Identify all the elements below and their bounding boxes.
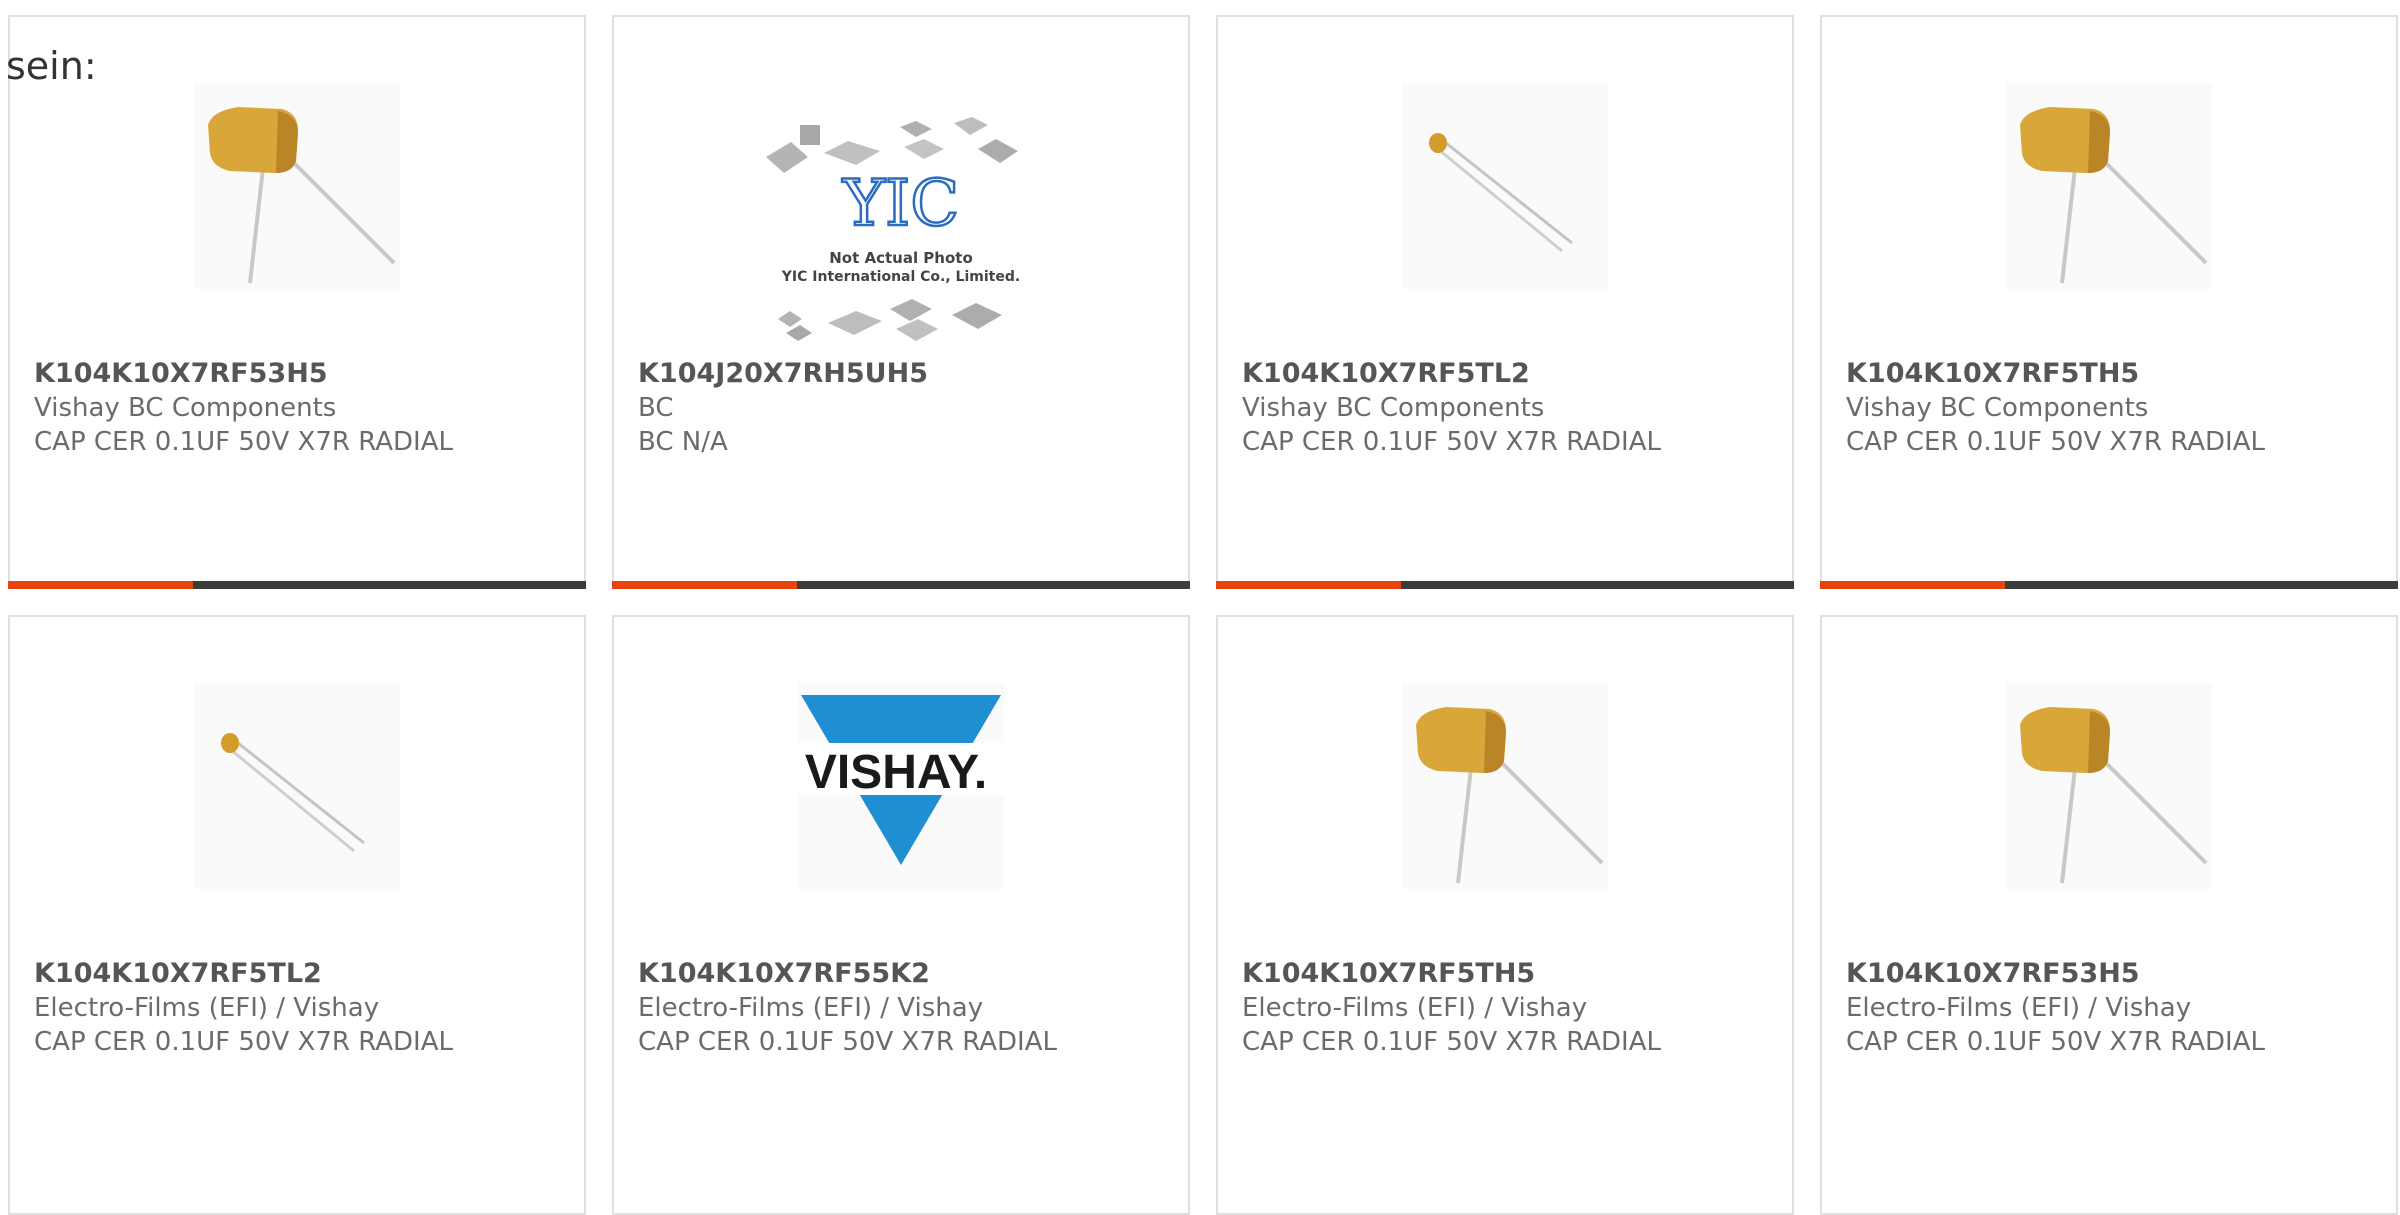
part-number[interactable]: K104J20X7RH5UH5 — [638, 357, 1168, 391]
part-number[interactable]: K104K10X7RF53H5 — [1846, 957, 2376, 991]
manufacturer: Electro-Films (EFI) / Vishay — [34, 993, 380, 1023]
product-card[interactable]: K104K10X7RF5TL2 Electro-Films (EFI) / Vi… — [8, 615, 586, 1215]
manufacturer: Vishay BC Components — [1242, 393, 1545, 423]
image-caption-1: Not Actual Photo — [829, 249, 973, 267]
yic-placeholder-icon: YIC Not Actual Photo YIC International C… — [766, 117, 1020, 341]
progress-bar — [8, 581, 586, 589]
product-image[interactable] — [2006, 683, 2212, 889]
radial-capacitor-large-icon — [1416, 707, 1604, 884]
part-number[interactable]: K104K10X7RF5TL2 — [34, 957, 564, 991]
manufacturer: Electro-Films (EFI) / Vishay — [1846, 993, 2192, 1023]
product-image[interactable] — [1402, 83, 1608, 289]
manufacturer: BC — [638, 393, 674, 423]
product-image[interactable] — [194, 683, 400, 889]
radial-capacitor-small-icon — [221, 733, 365, 853]
manufacturer: Vishay BC Components — [34, 393, 337, 423]
product-card[interactable]: K104K10X7RF5TH5 Electro-Films (EFI) / Vi… — [1216, 615, 1794, 1215]
part-number[interactable]: K104K10X7RF53H5 — [34, 357, 564, 391]
product-image[interactable] — [194, 83, 400, 289]
progress-bar — [1820, 581, 2398, 589]
description: CAP CER 0.1UF 50V X7R RADIAL — [638, 1027, 1057, 1057]
radial-capacitor-small-icon — [1429, 133, 1573, 253]
progress-fill — [612, 581, 797, 589]
product-grid: K104K10X7RF53H5 Vishay BC Components CAP… — [8, 15, 2400, 1215]
part-number[interactable]: K104K10X7RF5TL2 — [1242, 357, 1772, 391]
progress-fill — [1216, 581, 1401, 589]
part-number[interactable]: K104K10X7RF5TH5 — [1242, 957, 1772, 991]
product-card[interactable]: K104K10X7RF5TL2 Vishay BC Components CAP… — [1216, 15, 1794, 589]
product-image[interactable]: YIC Not Actual Photo YIC International C… — [756, 107, 1046, 357]
description: BC N/A — [638, 427, 728, 457]
vishay-logo-text: VISHAY. — [805, 746, 987, 799]
product-image[interactable] — [2006, 83, 2212, 289]
manufacturer: Vishay BC Components — [1846, 393, 2149, 423]
description: CAP CER 0.1UF 50V X7R RADIAL — [1242, 1027, 1661, 1057]
description: CAP CER 0.1UF 50V X7R RADIAL — [1242, 427, 1661, 457]
manufacturer: Electro-Films (EFI) / Vishay — [638, 993, 984, 1023]
intro-text: sein: — [6, 44, 97, 88]
product-card[interactable]: K104K10X7RF5TH5 Vishay BC Components CAP… — [1820, 15, 2398, 589]
progress-bar — [612, 581, 1190, 589]
radial-capacitor-large-icon — [2020, 707, 2208, 884]
radial-capacitor-large-icon — [208, 107, 396, 284]
product-card[interactable]: K104K10X7RF53H5 Electro-Films (EFI) / Vi… — [1820, 615, 2398, 1215]
progress-bar — [1216, 581, 1794, 589]
radial-capacitor-large-icon — [2020, 107, 2208, 284]
description: CAP CER 0.1UF 50V X7R RADIAL — [34, 1027, 453, 1057]
description: CAP CER 0.1UF 50V X7R RADIAL — [34, 427, 453, 457]
manufacturer: Electro-Films (EFI) / Vishay — [1242, 993, 1588, 1023]
progress-fill — [1820, 581, 2005, 589]
part-number[interactable]: K104K10X7RF55K2 — [638, 957, 1168, 991]
description: CAP CER 0.1UF 50V X7R RADIAL — [1846, 427, 2265, 457]
image-caption-2: YIC International Co., Limited. — [781, 269, 1020, 285]
product-card[interactable]: VISHAY. K104K10X7RF55K2 Electro-Films (E… — [612, 615, 1190, 1215]
vishay-logo-icon: VISHAY. — [798, 695, 1004, 865]
product-image[interactable] — [1402, 683, 1608, 889]
product-card[interactable]: YIC Not Actual Photo YIC International C… — [612, 15, 1190, 589]
product-image[interactable]: VISHAY. — [798, 683, 1004, 889]
part-number[interactable]: K104K10X7RF5TH5 — [1846, 357, 2376, 391]
svg-text:YIC: YIC — [842, 167, 960, 241]
progress-fill — [8, 581, 193, 589]
description: CAP CER 0.1UF 50V X7R RADIAL — [1846, 1027, 2265, 1057]
product-card[interactable]: K104K10X7RF53H5 Vishay BC Components CAP… — [8, 15, 586, 589]
